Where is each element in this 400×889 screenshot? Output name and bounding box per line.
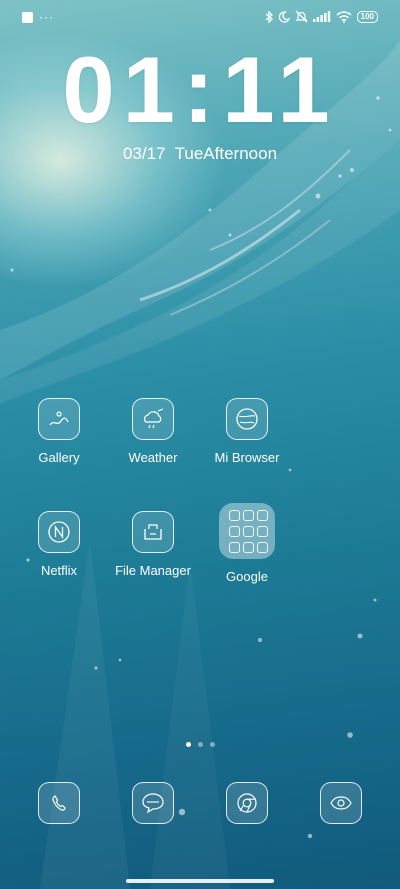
system-icons: 100 xyxy=(265,10,378,23)
wifi-icon xyxy=(336,10,352,23)
signal-bars-icon xyxy=(312,11,330,22)
page-dot-2[interactable] xyxy=(197,742,203,747)
dock-chrome[interactable] xyxy=(226,782,268,824)
gallery-icon xyxy=(38,398,80,440)
dock-messages[interactable] xyxy=(132,782,174,824)
folder-icon xyxy=(219,503,275,559)
clock-time[interactable]: 01:11 xyxy=(0,40,400,140)
file-manager-icon xyxy=(132,511,174,553)
do-not-disturb-moon-icon xyxy=(278,10,290,23)
app-gallery[interactable]: Gallery xyxy=(14,398,104,466)
chrome-icon xyxy=(226,782,268,824)
battery-icon: 100 xyxy=(356,10,378,23)
app-weather[interactable]: Weather xyxy=(108,398,198,466)
muted-bell-icon xyxy=(295,10,308,23)
app-label: Weather xyxy=(128,450,178,465)
app-label: Gallery xyxy=(38,450,80,465)
status-bar: ··· 100 xyxy=(0,0,400,38)
home-indicator[interactable] xyxy=(126,879,274,883)
page-dot-1[interactable] xyxy=(185,742,191,747)
dock-phone[interactable] xyxy=(38,782,80,824)
bluetooth-icon xyxy=(265,10,273,23)
netflix-icon xyxy=(38,511,80,553)
messages-icon xyxy=(132,782,174,824)
folder-google[interactable]: Google xyxy=(202,503,292,585)
notification-area: ··· xyxy=(22,10,54,24)
app-label: Google xyxy=(226,569,268,584)
app-mi-browser[interactable]: Mi Browser xyxy=(202,398,292,466)
app-file-manager[interactable]: File Manager xyxy=(108,511,198,579)
app-netflix[interactable]: Netflix xyxy=(14,511,104,579)
dock-camera[interactable] xyxy=(320,782,362,824)
page-dot-3[interactable] xyxy=(209,742,215,747)
camera-icon xyxy=(320,782,362,824)
browser-icon xyxy=(226,398,268,440)
app-label: Mi Browser xyxy=(214,450,280,465)
more-notifications-icon: ··· xyxy=(39,10,54,24)
clock-date[interactable]: 03/17 TueAfternoon xyxy=(0,144,400,164)
notification-icon xyxy=(22,12,33,23)
home-screen: ··· 100 01:11 03/17 TueAfternoon Gallery… xyxy=(0,0,400,889)
phone-icon xyxy=(38,782,80,824)
app-label: File Manager xyxy=(115,563,191,578)
page-indicator[interactable] xyxy=(0,742,400,747)
app-label: Netflix xyxy=(40,563,78,578)
weather-icon xyxy=(132,398,174,440)
